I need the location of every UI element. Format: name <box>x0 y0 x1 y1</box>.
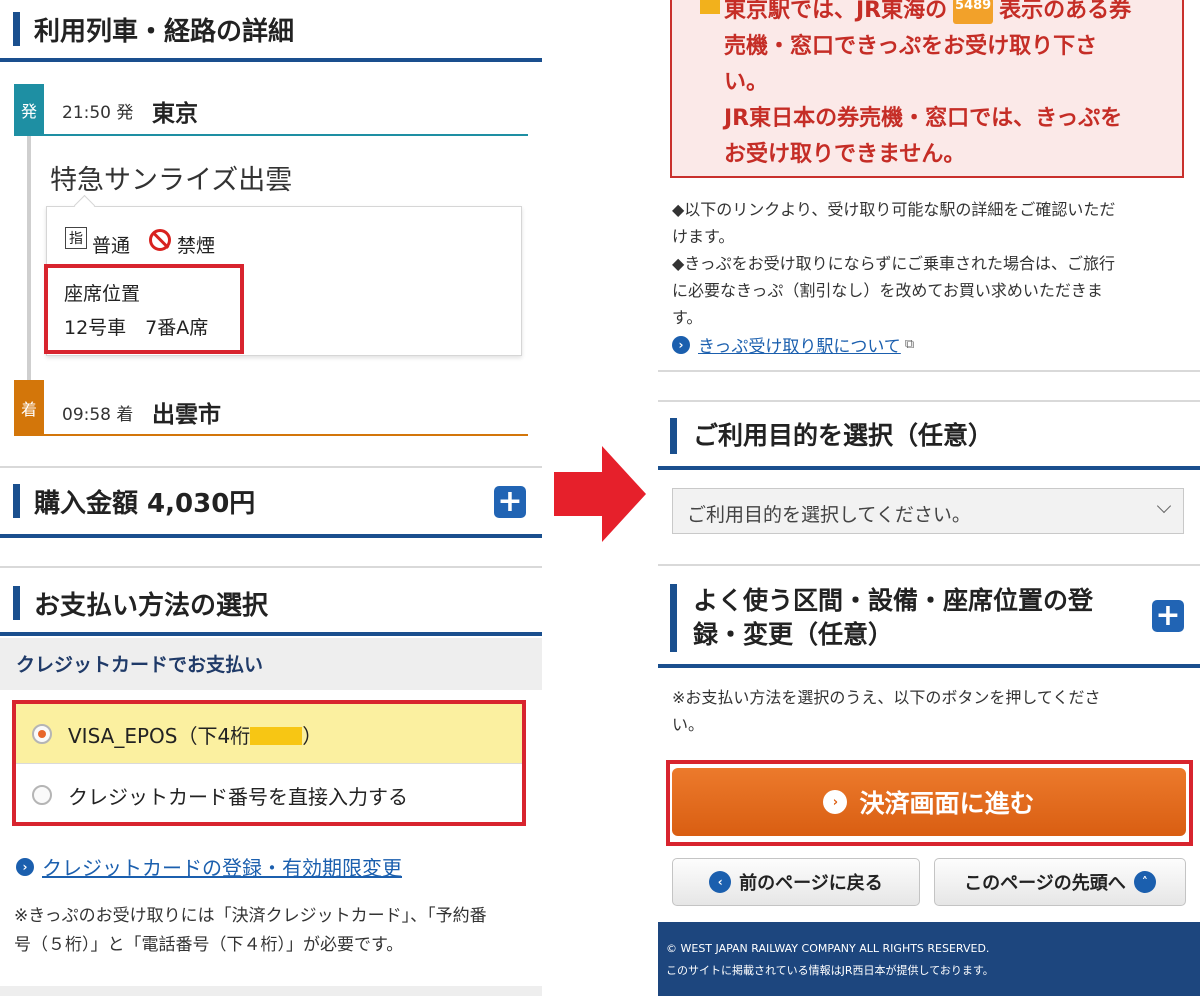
register-section-header: よく使う区間・設備・座席位置の登 録・変更（任意） <box>658 584 1200 652</box>
register-title-line: よく使う区間・設備・座席位置の登 <box>693 586 1094 615</box>
back-button[interactable]: ‹ 前のページに戻る <box>672 858 920 906</box>
chevron-right-icon: › <box>16 857 34 876</box>
seat-highlight-frame <box>44 264 244 354</box>
warning-line-3: い。 <box>724 70 769 95</box>
page-top-button[interactable]: このページの先頭へ ˄ <box>934 858 1186 906</box>
warning-line-1a: 東京駅では、JR東海の <box>724 0 948 23</box>
departure-underline <box>44 134 528 136</box>
purpose-title: ご利用目的を選択（任意） <box>693 421 994 450</box>
section-rule <box>0 632 542 636</box>
info-line: に必要なきっぷ（割引なし）を改めてお買い求めいただきま <box>672 281 1103 300</box>
pay-instruction-line: い。 <box>672 715 705 734</box>
car-class-label: 普通 <box>92 235 131 257</box>
pay-instruction-line: ※お支払い方法を選択のうえ、以下のボタンを押してくださ <box>672 688 1101 707</box>
info-line: す。 <box>672 308 703 327</box>
no-smoking-icon <box>149 229 171 251</box>
route-section-header: 利用列車・経路の詳細 <box>0 12 542 47</box>
purpose-select[interactable]: ご利用目的を選択してください。 <box>672 488 1184 534</box>
departure-time: 21:50 発 <box>62 103 134 123</box>
transition-arrow-icon <box>554 446 646 542</box>
chevron-up-icon: ˄ <box>1133 871 1156 893</box>
pickup-station-link[interactable]: › きっぷ受け取り駅について ⧉ <box>672 332 914 357</box>
warning-line-4: JR東日本の券売機・窓口では、きっぷを <box>724 106 1123 131</box>
departure-tag: 発 <box>14 84 44 136</box>
divider <box>658 400 1200 402</box>
section-rule <box>0 534 542 538</box>
payment-button-highlight-frame <box>666 760 1193 846</box>
register-title: よく使う区間・設備・座席位置の登 録・変更（任意） <box>693 584 1093 652</box>
section-rule <box>658 664 1200 668</box>
route-timeline <box>27 136 31 380</box>
divider <box>0 566 542 568</box>
footer: © WEST JAPAN RAILWAY COMPANY ALL RIGHTS … <box>658 922 1200 996</box>
section-accent-bar <box>670 418 677 454</box>
train-name: 特急サンライズ出雲 <box>50 165 293 196</box>
badge-5489-icon: 5489 <box>953 0 994 24</box>
pay-instruction: ※お支払い方法を選択のうえ、以下のボタンを押してくださ い。 <box>672 684 1197 738</box>
section-accent-bar <box>670 584 677 652</box>
warning-line-1b: 表示のある券 <box>999 0 1132 23</box>
section-accent-bar <box>13 484 20 518</box>
right-screenshot: 東京駅では、JR東海の 5489 表示のある券 売機・窓口できっぷをお受け取り下さ … <box>658 0 1200 996</box>
chevron-right-icon: › <box>672 335 690 354</box>
price-expand-button[interactable]: + <box>494 486 526 518</box>
info-line: けます。 <box>672 227 735 246</box>
payment-highlight-frame <box>12 700 526 826</box>
arrival-tag: 着 <box>14 380 44 436</box>
divider <box>658 370 1200 372</box>
arrival-time: 09:58 着 <box>62 405 134 425</box>
section-accent-bar <box>13 586 20 620</box>
pickup-warning-box: 東京駅では、JR東海の 5489 表示のある券 売機・窓口できっぷをお受け取り下さ … <box>670 0 1184 178</box>
register-expand-button[interactable]: + <box>1152 600 1184 632</box>
arrival-underline <box>44 434 528 436</box>
card-register-link[interactable]: › クレジットカードの登録・有効期限変更 <box>16 852 402 881</box>
divider <box>0 466 542 468</box>
pickup-note-line: ※きっぷのお受け取りには「決済クレジットカード」、「予約番 <box>14 906 487 926</box>
left-screenshot: 利用列車・経路の詳細 発 21:50 発 東京 特急サンライズ出雲 指 普通 禁… <box>0 0 542 996</box>
pickup-note-line: 号（５桁）」と「電話番号（下４桁）」が必要です。 <box>14 935 404 955</box>
register-title-line: 録・変更（任意） <box>693 620 894 649</box>
external-window-icon: ⧉ <box>904 337 915 352</box>
info-line: ◆きっぷをお受け取りにならずにご乗車された場合は、ご旅行 <box>672 254 1116 273</box>
info-line: ◆以下のリンクより、受け取り可能な駅の詳細をご確認いただ <box>672 200 1116 219</box>
back-button-label: 前のページに戻る <box>739 873 883 894</box>
departure-station: 東京 <box>152 101 198 127</box>
pickup-station-link-text[interactable]: きっぷ受け取り駅について <box>698 332 901 357</box>
route-section-title: 利用列車・経路の詳細 <box>34 16 295 47</box>
pickup-note: ※きっぷのお受け取りには「決済クレジットカード」、「予約番 号（５桁）」と「電話… <box>14 902 487 960</box>
bottom-band <box>0 986 542 996</box>
reserved-seat-icon: 指 <box>65 227 87 249</box>
credit-card-band: クレジットカードでお支払い <box>0 638 542 690</box>
arrival-station: 出雲市 <box>152 402 221 428</box>
warning-icon <box>700 0 720 14</box>
footer-disclaimer: このサイトに掲載されている情報はJR西日本が提供しております。 <box>666 964 994 977</box>
price-title: 購入金額 4,030円 <box>34 488 256 519</box>
payment-title: お支払い方法の選択 <box>34 590 269 621</box>
warning-line-2: 売機・窓口できっぷをお受け取り下さ <box>724 34 1098 59</box>
section-rule <box>0 58 542 62</box>
page-top-button-label: このページの先頭へ <box>964 873 1126 894</box>
warning-line-1: 東京駅では、JR東海の 5489 表示のある券 <box>724 0 1131 24</box>
chevron-left-icon: ‹ <box>709 871 732 893</box>
copyright-text: © WEST JAPAN RAILWAY COMPANY ALL RIGHTS … <box>666 942 990 955</box>
payment-section-header: お支払い方法の選択 <box>0 586 542 621</box>
divider <box>658 564 1200 566</box>
purpose-section-header: ご利用目的を選択（任意） <box>658 418 1200 454</box>
pickup-info-text: ◆以下のリンクより、受け取り可能な駅の詳細をご確認いただ けます。 ◆きっぷをお… <box>672 196 1197 331</box>
credit-card-band-label: クレジットカードでお支払い <box>16 654 264 676</box>
section-rule <box>658 466 1200 470</box>
section-accent-bar <box>13 12 20 46</box>
chevron-down-icon <box>1156 498 1172 514</box>
price-section-header: 購入金額 4,030円 <box>0 484 542 519</box>
warning-line-5: お受け取りできません。 <box>724 142 966 167</box>
smoking-label: 禁煙 <box>177 235 216 257</box>
card-register-link-text[interactable]: クレジットカードの登録・有効期限変更 <box>42 852 402 881</box>
purpose-select-value: ご利用目的を選択してください。 <box>687 504 971 526</box>
